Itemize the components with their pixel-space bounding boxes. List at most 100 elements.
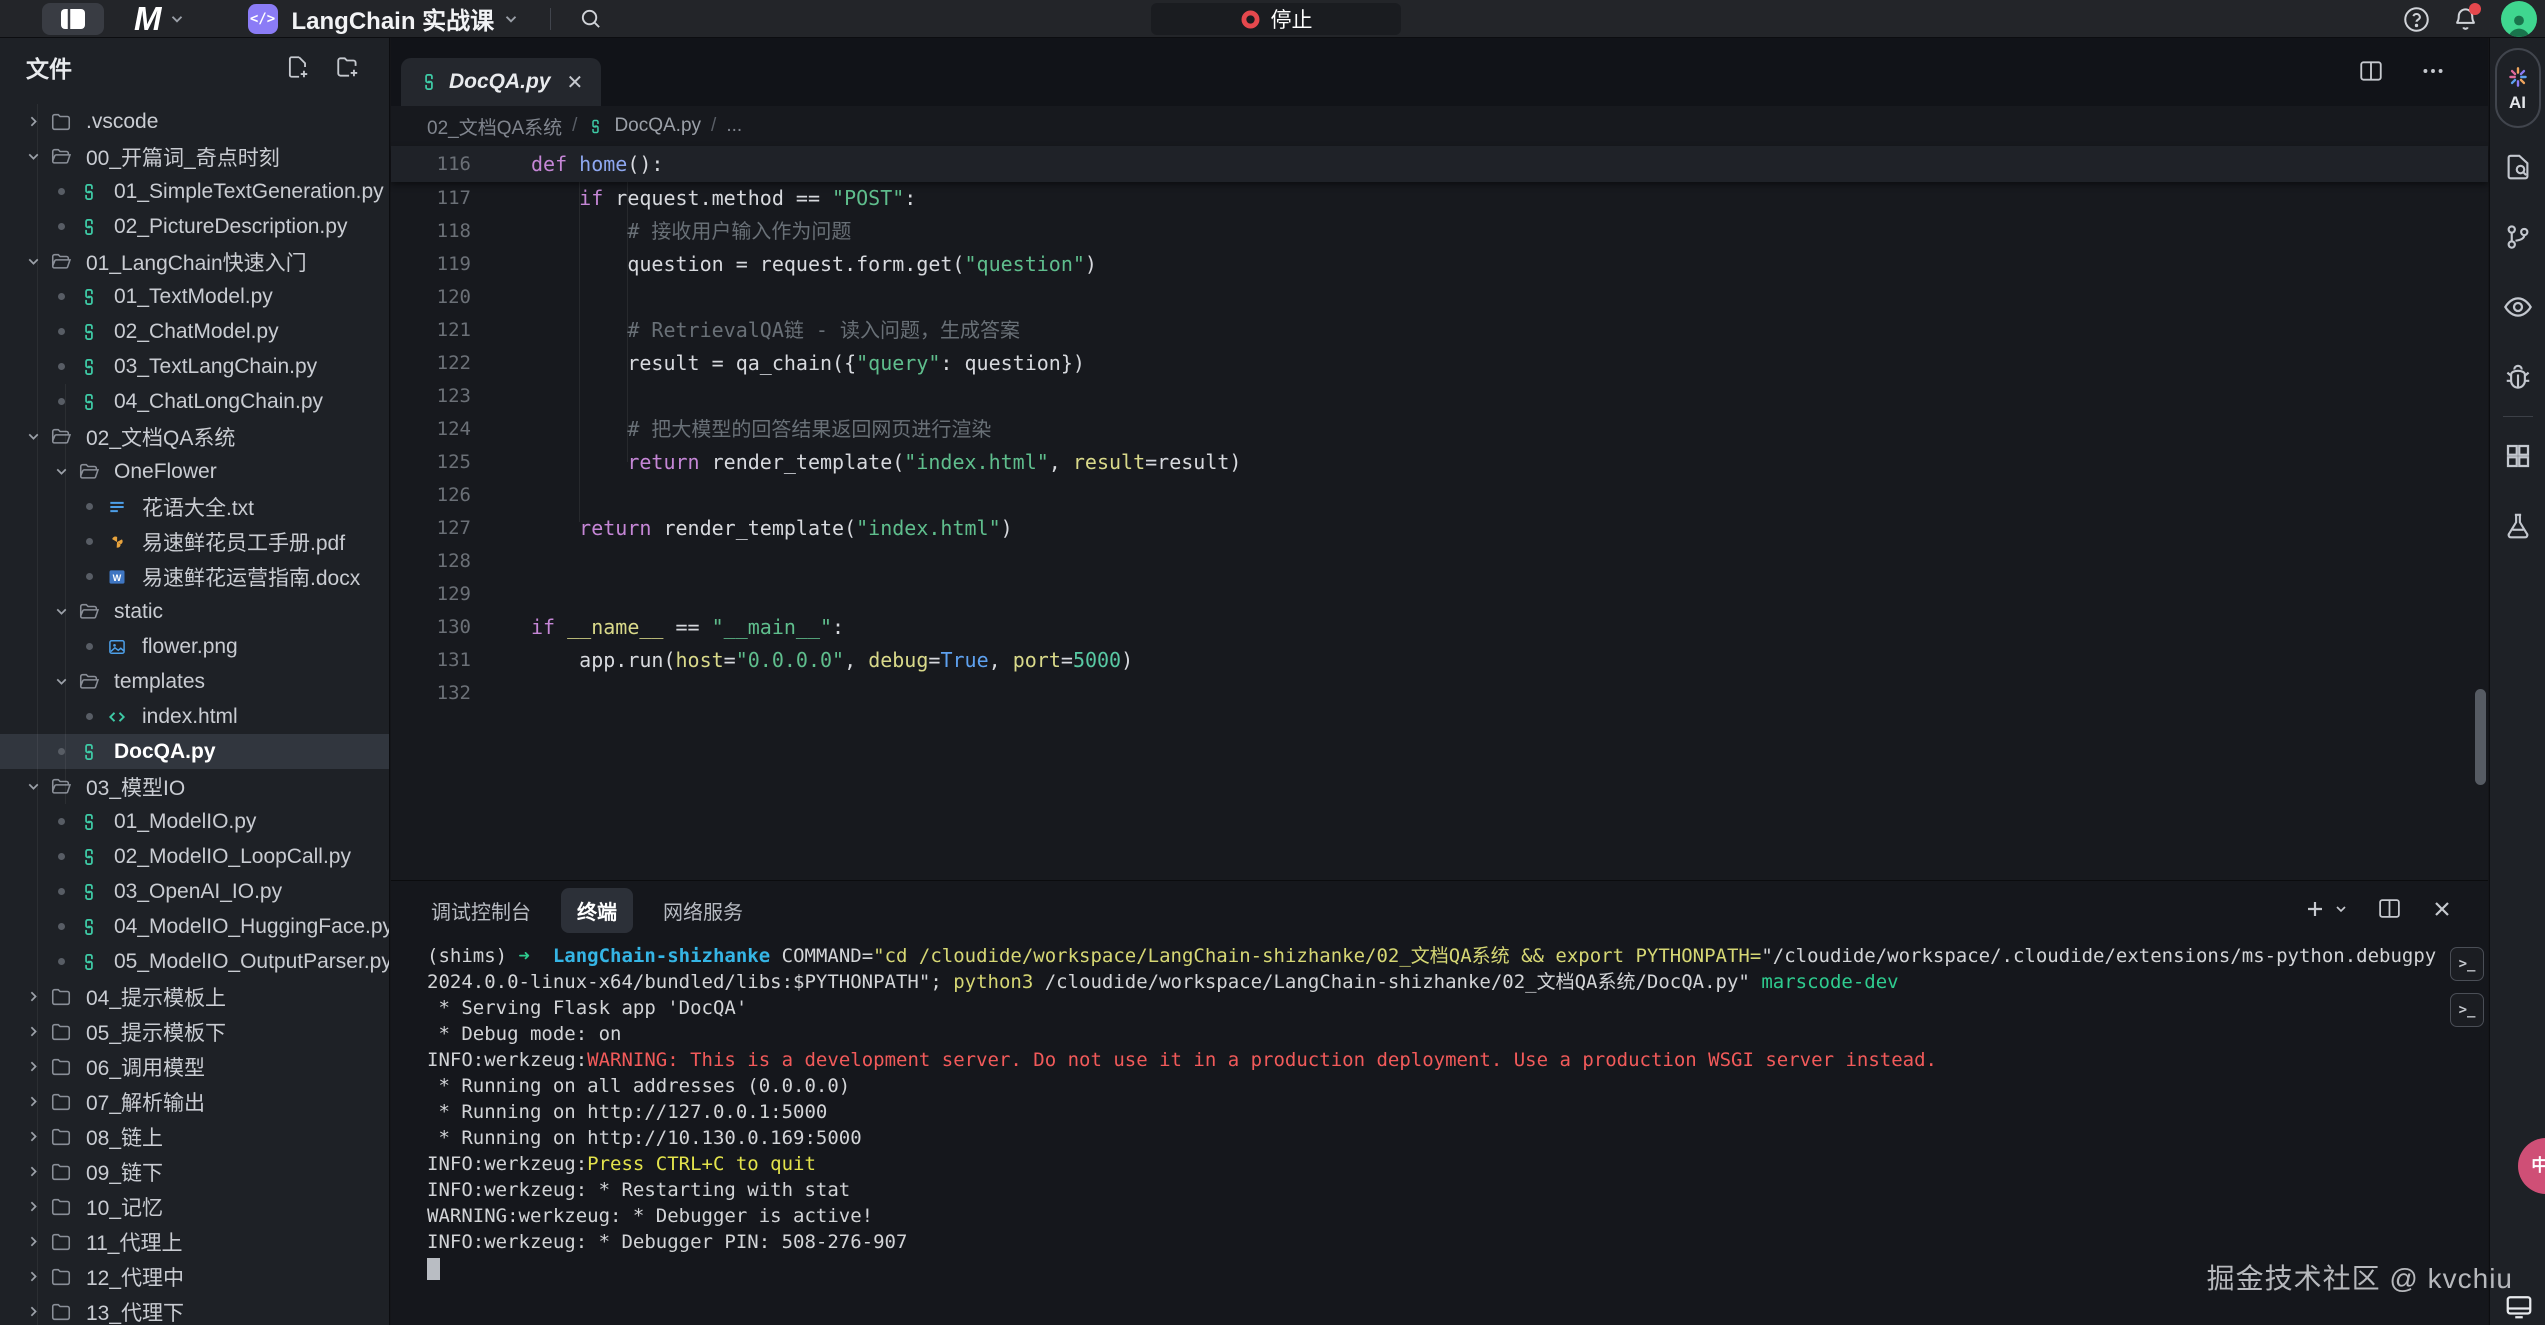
editor-scrollbar[interactable]	[2475, 689, 2486, 785]
tree-row-folder[interactable]: 03_模型IO	[0, 769, 389, 804]
code-line[interactable]: 123	[391, 380, 2488, 413]
code-line[interactable]: 127 return render_template("index.html")	[391, 512, 2488, 545]
tree-row-folder[interactable]: 07_解析输出	[0, 1084, 389, 1119]
code-line[interactable]: 132	[391, 677, 2488, 710]
tree-row-folder[interactable]: 05_提示模板下	[0, 1014, 389, 1049]
workspace-title[interactable]: LangChain 实战课	[292, 1, 495, 36]
terminal-session-icon[interactable]: >_	[2450, 947, 2484, 981]
search-icon[interactable]	[579, 7, 602, 30]
chevron-down-icon[interactable]	[20, 253, 46, 270]
terminal-output[interactable]: (shims) ➜ LangChain-shizhanke COMMAND="c…	[427, 943, 2437, 1325]
code-line[interactable]: 129	[391, 578, 2488, 611]
tree-row-folder[interactable]: .vscode	[0, 104, 389, 139]
chevron-right-icon[interactable]	[20, 1163, 46, 1180]
tree-row-folder[interactable]: 06_调用模型	[0, 1049, 389, 1084]
code-line[interactable]: 118 # 接收用户输入作为问题	[391, 215, 2488, 248]
tab-docqa[interactable]: DocQA.py ✕	[401, 58, 601, 106]
extensions-button[interactable]	[2490, 421, 2545, 491]
code-editor[interactable]: 116def home(): 117 if request.method == …	[391, 146, 2488, 880]
breadcrumb-file[interactable]: DocQA.py	[614, 115, 701, 137]
chevron-right-icon[interactable]	[20, 1093, 46, 1110]
chevron-right-icon[interactable]	[20, 1058, 46, 1075]
more-actions-icon[interactable]	[2420, 58, 2446, 84]
code-line[interactable]: 126	[391, 479, 2488, 512]
tree-row-file[interactable]: index.html	[0, 699, 389, 734]
close-tab-icon[interactable]: ✕	[567, 70, 584, 95]
breadcrumb-folder[interactable]: 02_文档QA系统	[427, 113, 562, 140]
panel-tab[interactable]: 调试控制台	[415, 888, 547, 933]
tree-row-folder[interactable]: OneFlower	[0, 454, 389, 489]
tree-row-file[interactable]: 01_ModelIO.py	[0, 804, 389, 839]
code-lines[interactable]: 117 if request.method == "POST":118 # 接收…	[391, 182, 2488, 880]
tree-row-folder[interactable]: 11_代理上	[0, 1224, 389, 1259]
tree-row-folder[interactable]: 00_开篇词_奇点时刻	[0, 139, 389, 174]
code-line[interactable]: 130if __name__ == "__main__":	[391, 611, 2488, 644]
code-line[interactable]: 121 # RetrievalQA链 - 读入问题，生成答案	[391, 314, 2488, 347]
chevron-right-icon[interactable]	[20, 988, 46, 1005]
tree-row-file[interactable]: 易速鲜花员工手册.pdf	[0, 524, 389, 559]
chevron-right-icon[interactable]	[20, 1233, 46, 1250]
search-files-button[interactable]	[2490, 132, 2545, 202]
code-line[interactable]: 128	[391, 545, 2488, 578]
tree-row-file[interactable]: 04_ModelIO_HuggingFace.py	[0, 909, 389, 944]
split-panel-icon[interactable]	[2377, 896, 2402, 921]
chevron-right-icon[interactable]	[20, 1198, 46, 1215]
breadcrumb-more[interactable]: ...	[726, 115, 742, 137]
tree-row-folder[interactable]: 10_记忆	[0, 1189, 389, 1224]
ai-assistant-button[interactable]: AI	[2495, 48, 2541, 128]
tree-row-folder[interactable]: 09_链下	[0, 1154, 389, 1189]
code-line[interactable]: 120	[391, 281, 2488, 314]
tree-row-file[interactable]: W易速鲜花运营指南.docx	[0, 559, 389, 594]
tree-row-folder[interactable]: 12_代理中	[0, 1259, 389, 1294]
chevron-right-icon[interactable]	[20, 1128, 46, 1145]
debug-button[interactable]	[2490, 342, 2545, 412]
tree-row-folder[interactable]: 13_代理下	[0, 1294, 389, 1325]
new-terminal-button[interactable]	[2303, 897, 2349, 921]
marscode-logo[interactable]: M	[134, 0, 160, 38]
help-icon[interactable]	[2403, 6, 2430, 33]
chevron-down-icon[interactable]	[48, 463, 74, 480]
source-control-button[interactable]	[2490, 202, 2545, 272]
panel-tab[interactable]: 终端	[561, 888, 633, 933]
chevron-down-icon[interactable]	[20, 428, 46, 445]
tree-row-file[interactable]: flower.png	[0, 629, 389, 664]
tree-row-folder[interactable]: 01_LangChain快速入门	[0, 244, 389, 279]
split-editor-icon[interactable]	[2358, 58, 2384, 84]
stop-button[interactable]: 停止	[1151, 3, 1401, 35]
code-line[interactable]: 124 # 把大模型的回答结果返回网页进行渲染	[391, 413, 2488, 446]
tree-row-file[interactable]: 01_TextModel.py	[0, 279, 389, 314]
close-panel-icon[interactable]	[2430, 897, 2454, 921]
tree-row-file[interactable]: 05_ModelIO_OutputParser.py	[0, 944, 389, 979]
tree-row-file[interactable]: 02_PictureDescription.py	[0, 209, 389, 244]
sidebar-toggle-button[interactable]	[42, 3, 104, 35]
code-line[interactable]: 116def home():	[391, 146, 663, 182]
chevron-right-icon[interactable]	[20, 113, 46, 130]
translate-button[interactable]: 中A	[2518, 1138, 2545, 1194]
tree-row-file[interactable]: DocQA.py	[0, 734, 389, 769]
panel-tab[interactable]: 网络服务	[647, 888, 759, 933]
code-line[interactable]: 125 return render_template("index.html",…	[391, 446, 2488, 479]
chevron-down-icon[interactable]	[48, 673, 74, 690]
code-line[interactable]: 131 app.run(host="0.0.0.0", debug=True, …	[391, 644, 2488, 677]
tree-row-file[interactable]: 03_TextLangChain.py	[0, 349, 389, 384]
tree-row-file[interactable]: 04_ChatLongChain.py	[0, 384, 389, 419]
chevron-down-icon[interactable]	[20, 778, 46, 795]
tree-row-folder[interactable]: static	[0, 594, 389, 629]
tree-row-folder[interactable]: 02_文档QA系统	[0, 419, 389, 454]
chevron-right-icon[interactable]	[20, 1303, 46, 1320]
chevron-down-icon[interactable]	[20, 148, 46, 165]
chevron-down-icon[interactable]	[168, 10, 186, 28]
preview-button[interactable]	[2490, 272, 2545, 342]
tree-row-folder[interactable]: 08_链上	[0, 1119, 389, 1154]
tree-row-file[interactable]: 02_ChatModel.py	[0, 314, 389, 349]
chevron-down-icon[interactable]	[48, 603, 74, 620]
tree-row-folder[interactable]: 04_提示模板上	[0, 979, 389, 1014]
tree-row-file[interactable]: 01_SimpleTextGeneration.py	[0, 174, 389, 209]
tree-row-file[interactable]: 03_OpenAI_IO.py	[0, 874, 389, 909]
user-avatar[interactable]	[2501, 1, 2537, 37]
code-line[interactable]: 117 if request.method == "POST":	[391, 182, 2488, 215]
code-line[interactable]: 122 result = qa_chain({"query": question…	[391, 347, 2488, 380]
terminal-session-icon[interactable]: >_	[2450, 993, 2484, 1027]
tree-row-file[interactable]: 02_ModelIO_LoopCall.py	[0, 839, 389, 874]
chevron-right-icon[interactable]	[20, 1023, 46, 1040]
